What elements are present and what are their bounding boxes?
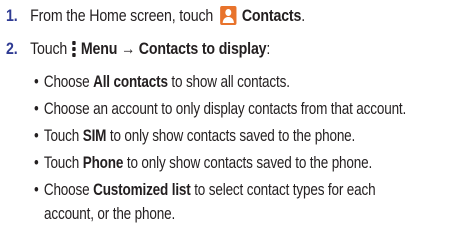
step-text-end: : (266, 40, 271, 58)
list-item: • Choose Customized list to select contac… (34, 181, 376, 199)
bullet-icon: • (34, 73, 39, 91)
list-item: • Touch Phone to only show contacts saved… (34, 154, 373, 172)
step-text: Touch (30, 40, 68, 58)
step-text: From the Home screen, touch (30, 7, 214, 25)
list-item: • Choose an account to only display conta… (34, 100, 407, 118)
list-item: • Choose All contacts to show all contact… (34, 73, 290, 91)
menu-icon (71, 41, 76, 57)
step-number: 2. (6, 40, 18, 58)
step-bold-text: Menu → Contacts to display (80, 40, 267, 58)
bullet-icon: • (34, 100, 39, 118)
step-2: 2. Touch Menu → Contacts to display: (6, 39, 270, 59)
step-number: 1. (6, 7, 18, 25)
list-item: • Touch SIM to only show contacts saved t… (34, 127, 356, 145)
list-item-continuation: account, or the phone. (44, 205, 176, 223)
step-bold-text: Contacts (241, 7, 302, 25)
bullet-icon: • (34, 181, 39, 199)
step-text-end: . (301, 7, 305, 25)
bullet-icon: • (34, 154, 39, 172)
bullet-icon: • (34, 127, 39, 145)
instructions-page: 1. From the Home screen, touch Contacts. … (0, 0, 472, 246)
step-1: 1. From the Home screen, touch Contacts. (6, 6, 305, 26)
contacts-icon (220, 6, 237, 25)
